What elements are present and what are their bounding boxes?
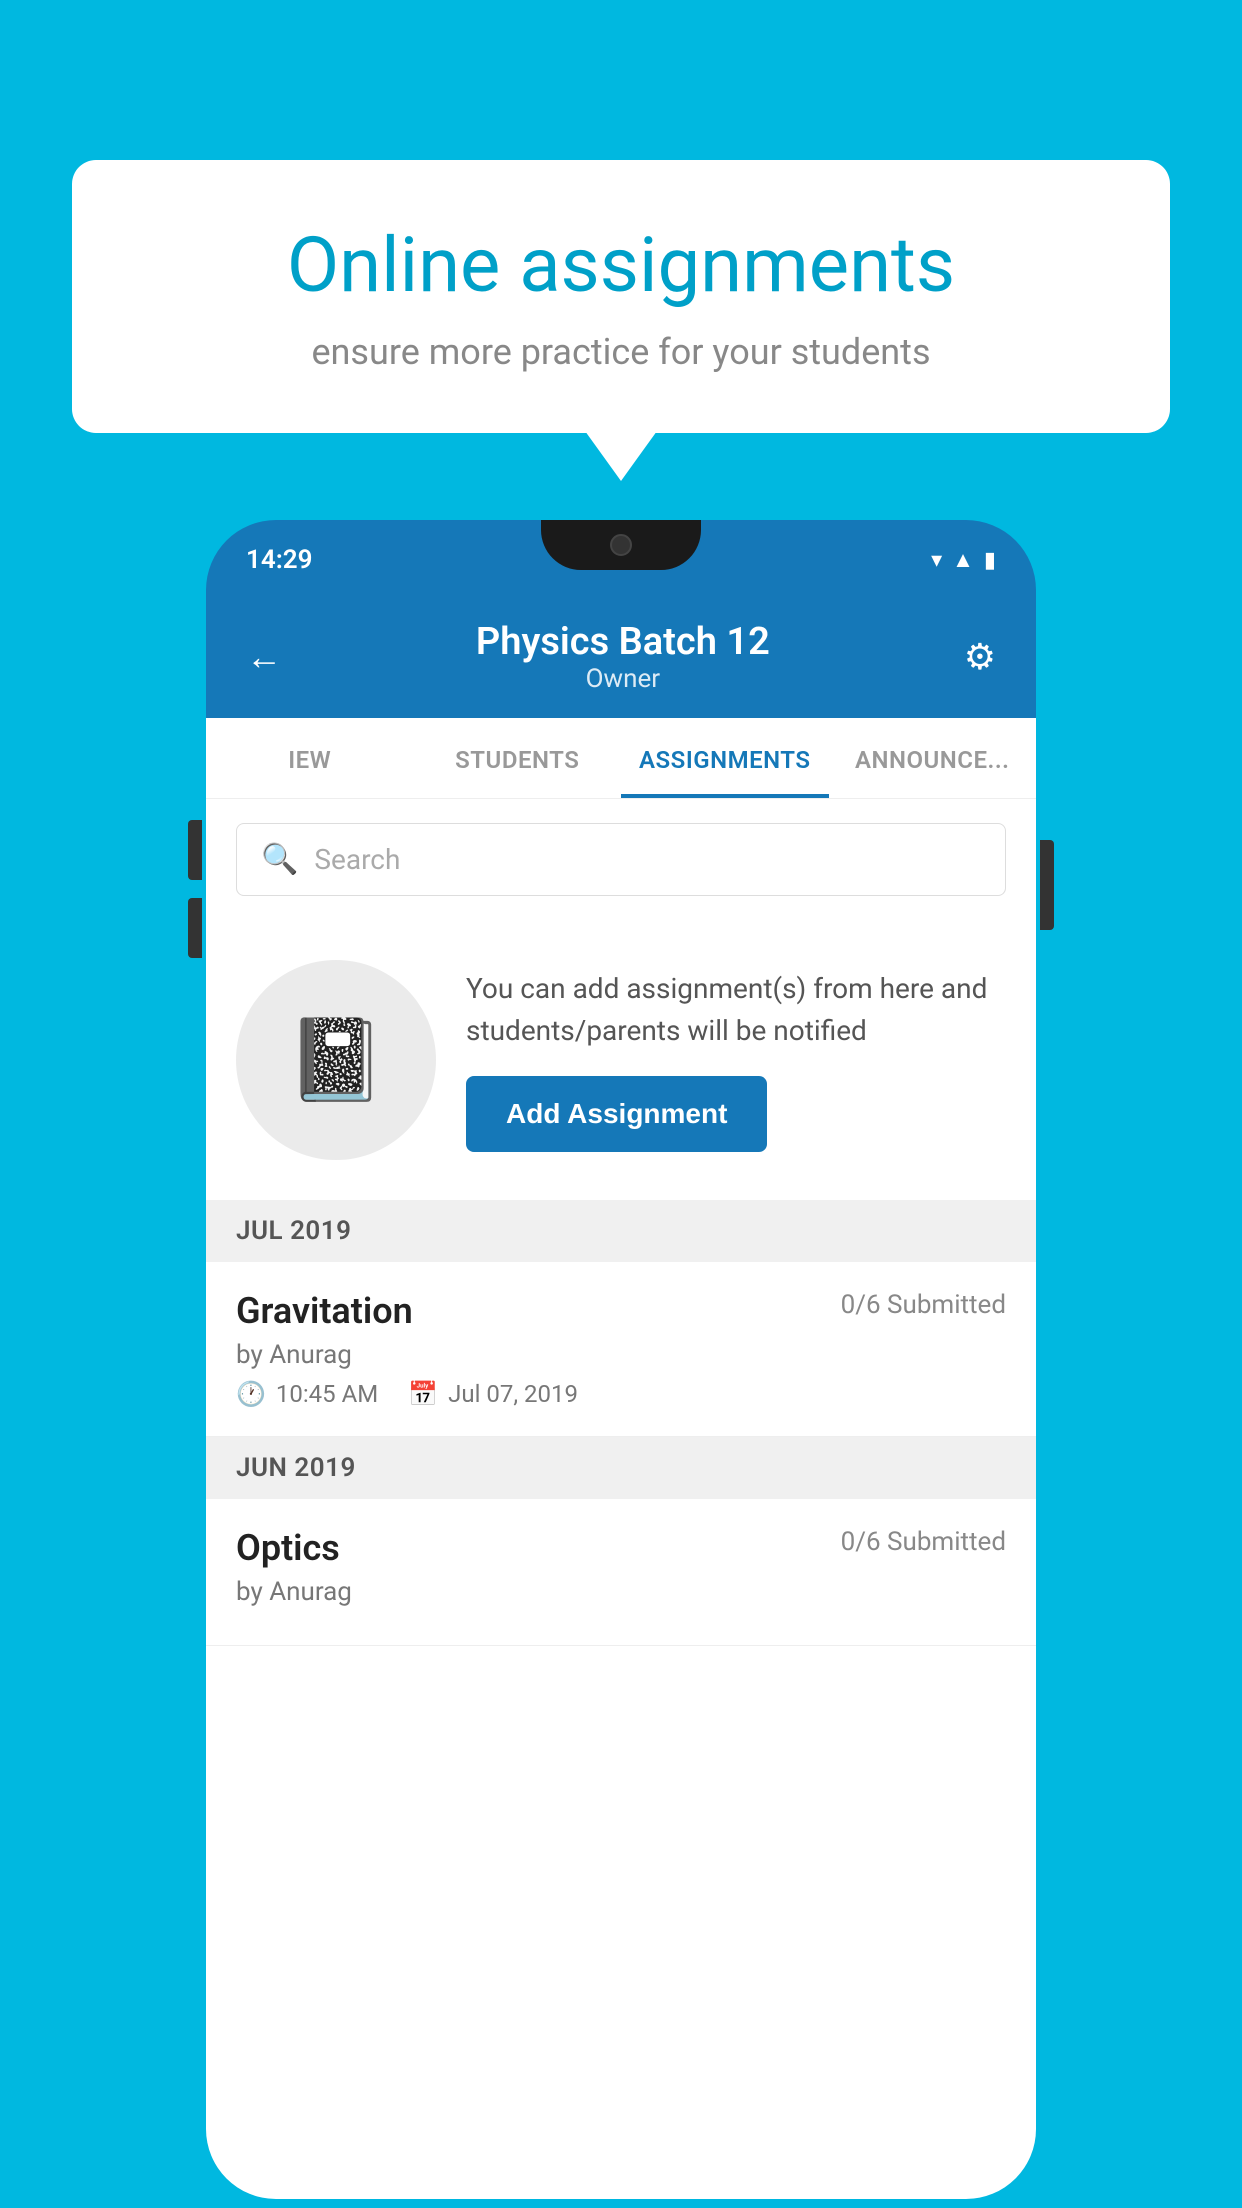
- power-button: [1040, 840, 1054, 930]
- assignment-submitted-optics: 0/6 Submitted: [841, 1527, 1006, 1557]
- assignment-submitted: 0/6 Submitted: [841, 1290, 1006, 1320]
- search-icon: 🔍: [261, 842, 298, 877]
- section-header-jun2019: JUN 2019: [206, 1437, 1036, 1499]
- settings-button[interactable]: ⚙: [964, 636, 996, 678]
- speech-bubble-container: Online assignments ensure more practice …: [72, 160, 1170, 433]
- volume-up-button: [188, 820, 202, 880]
- promo-section: 📓 You can add assignment(s) from here an…: [206, 920, 1036, 1200]
- tabs-bar: IEW STUDENTS ASSIGNMENTS ANNOUNCE...: [206, 718, 1036, 799]
- assignment-by-optics: by Anurag: [236, 1577, 1006, 1607]
- tab-assignments[interactable]: ASSIGNMENTS: [621, 718, 829, 798]
- assignment-item-gravitation[interactable]: Gravitation 0/6 Submitted by Anurag 🕐 10…: [206, 1262, 1036, 1437]
- assignment-name: Gravitation: [236, 1290, 413, 1332]
- bubble-title: Online assignments: [152, 220, 1090, 311]
- section-header-jul2019: JUL 2019: [206, 1200, 1036, 1262]
- add-assignment-button[interactable]: Add Assignment: [466, 1076, 767, 1152]
- promo-content: You can add assignment(s) from here and …: [466, 968, 1006, 1152]
- assignment-name-optics: Optics: [236, 1527, 340, 1569]
- tab-iew[interactable]: IEW: [206, 718, 414, 798]
- assignment-meta: 🕐 10:45 AM 📅 Jul 07, 2019: [236, 1380, 1006, 1408]
- assignment-item-optics[interactable]: Optics 0/6 Submitted by Anurag: [206, 1499, 1036, 1646]
- screen-content: 🔍 Search 📓 You can add assignment(s) fro…: [206, 799, 1036, 2199]
- promo-icon-circle: 📓: [236, 960, 436, 1160]
- phone-screen: 14:29 ▾ ▲ ▮ ← Physics Batch 12 Owner ⚙: [206, 520, 1036, 2199]
- status-bar: 14:29 ▾ ▲ ▮: [206, 520, 1036, 600]
- tab-announcements[interactable]: ANNOUNCE...: [829, 718, 1037, 798]
- assignment-row-top-2: Optics 0/6 Submitted: [236, 1527, 1006, 1569]
- speech-bubble: Online assignments ensure more practice …: [72, 160, 1170, 433]
- notebook-icon: 📓: [286, 1013, 386, 1107]
- back-button[interactable]: ←: [246, 636, 282, 678]
- battery-icon: ▮: [984, 548, 996, 573]
- phone-wrapper: 14:29 ▾ ▲ ▮ ← Physics Batch 12 Owner ⚙: [206, 520, 1036, 2199]
- phone-frame-outer: 14:29 ▾ ▲ ▮ ← Physics Batch 12 Owner ⚙: [206, 520, 1036, 2199]
- header-subtitle: Owner: [476, 664, 770, 694]
- calendar-icon: 📅: [408, 1380, 438, 1408]
- signal-icon: ▲: [952, 547, 974, 573]
- bubble-subtitle: ensure more practice for your students: [152, 331, 1090, 373]
- volume-down-button: [188, 898, 202, 958]
- wifi-icon: ▾: [931, 548, 942, 573]
- assignment-row-top: Gravitation 0/6 Submitted: [236, 1290, 1006, 1332]
- meta-time: 🕐 10:45 AM: [236, 1380, 378, 1408]
- clock-icon: 🕐: [236, 1380, 266, 1408]
- assignment-by: by Anurag: [236, 1340, 1006, 1370]
- status-time: 14:29: [246, 545, 313, 575]
- search-container: 🔍 Search: [206, 799, 1036, 920]
- search-input[interactable]: Search: [314, 843, 981, 876]
- tab-students[interactable]: STUDENTS: [414, 718, 622, 798]
- app-header: ← Physics Batch 12 Owner ⚙: [206, 600, 1036, 718]
- status-icons: ▾ ▲ ▮: [931, 547, 996, 573]
- assignment-date: Jul 07, 2019: [448, 1380, 578, 1408]
- meta-date: 📅 Jul 07, 2019: [408, 1380, 578, 1408]
- header-title: Physics Batch 12: [476, 620, 770, 664]
- phone-notch: [541, 520, 701, 570]
- search-bar[interactable]: 🔍 Search: [236, 823, 1006, 896]
- header-center: Physics Batch 12 Owner: [476, 620, 770, 694]
- volume-buttons: [188, 820, 202, 958]
- front-camera: [610, 534, 632, 556]
- promo-description: You can add assignment(s) from here and …: [466, 968, 1006, 1052]
- assignment-time: 10:45 AM: [276, 1380, 378, 1408]
